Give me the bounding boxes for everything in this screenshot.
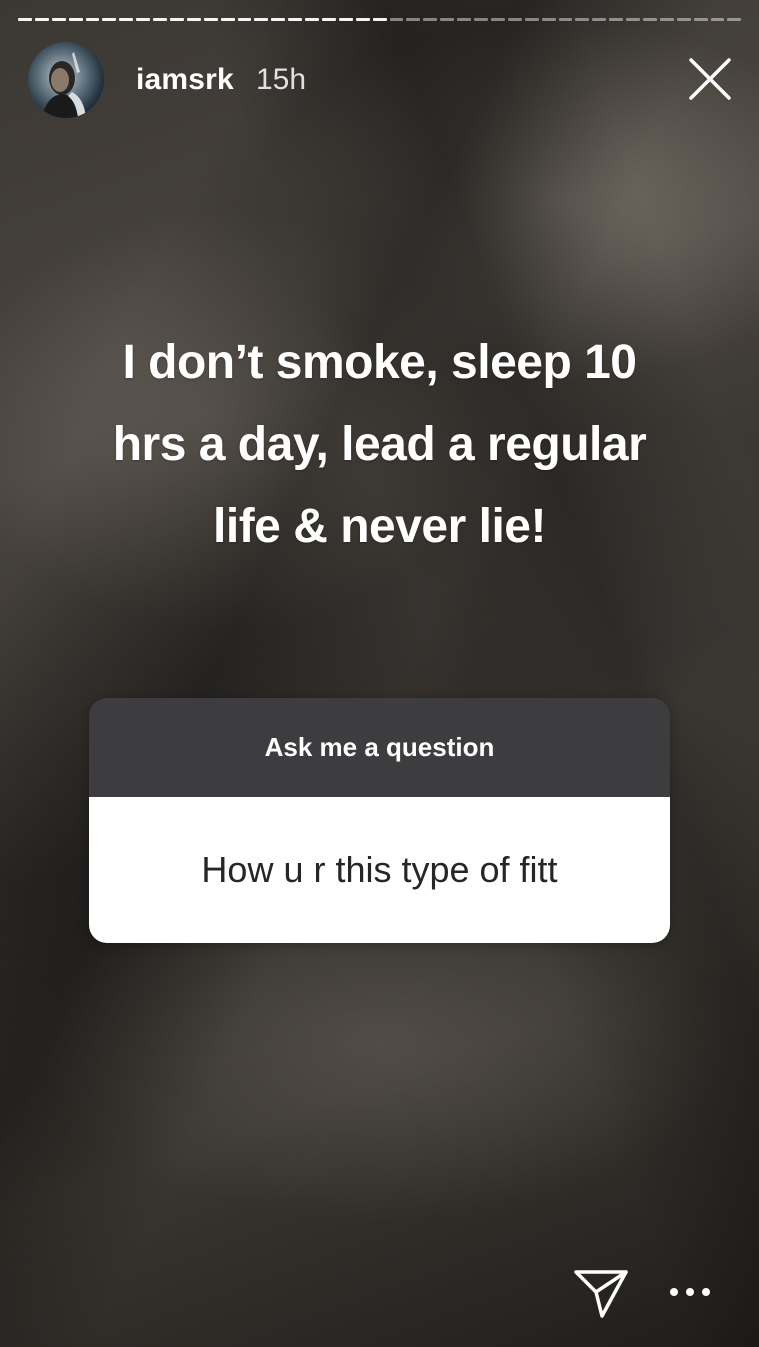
progress-segment <box>626 18 640 21</box>
progress-segment <box>676 18 691 21</box>
send-icon <box>574 1270 628 1318</box>
progress-segment <box>288 18 303 21</box>
progress-segment <box>474 18 488 21</box>
story-header: iamsrk 15h <box>28 42 306 118</box>
more-options-icon <box>670 1288 678 1296</box>
progress-segment <box>305 18 320 21</box>
close-button[interactable] <box>687 56 733 102</box>
question-sticker-prompt: Ask me a question <box>89 698 670 797</box>
story-username[interactable]: iamsrk <box>136 63 234 97</box>
progress-segment <box>693 18 708 21</box>
progress-segment <box>457 18 472 21</box>
story-viewer[interactable]: iamsrk 15h I don’t smoke, sleep 10 hrs a… <box>0 0 759 1347</box>
send-button[interactable] <box>572 1266 630 1320</box>
progress-segment <box>136 18 151 21</box>
avatar-portrait-icon <box>42 52 88 118</box>
caption-line: life & never lie! <box>213 500 546 553</box>
progress-segment <box>271 18 286 21</box>
progress-segment <box>642 18 657 21</box>
story-timestamp: 15h <box>255 63 307 96</box>
progress-segment <box>355 18 370 21</box>
close-icon <box>689 58 731 100</box>
caption-line: hrs a day, lead a regular <box>112 418 647 471</box>
question-sticker[interactable]: Ask me a question How u r this type of f… <box>89 698 670 943</box>
progress-segment <box>254 18 269 21</box>
progress-segment <box>440 18 455 21</box>
progress-segment <box>153 18 168 21</box>
progress-segment <box>170 18 184 21</box>
progress-segment <box>575 18 590 21</box>
progress-segment <box>592 18 607 21</box>
progress-segment <box>68 18 83 21</box>
progress-segment <box>406 18 421 21</box>
progress-segment <box>710 18 725 21</box>
progress-segment <box>237 18 252 21</box>
more-options-icon <box>702 1288 710 1296</box>
progress-segment <box>186 18 201 21</box>
progress-segment <box>389 18 404 21</box>
question-sticker-answer: How u r this type of fitt <box>89 797 670 943</box>
progress-segment <box>507 18 522 21</box>
avatar[interactable] <box>28 42 104 118</box>
progress-segment <box>322 18 336 21</box>
progress-segment <box>18 18 32 21</box>
progress-segment <box>372 18 387 21</box>
progress-segment <box>423 18 438 21</box>
progress-segment <box>541 18 556 21</box>
more-options-icon <box>686 1288 694 1296</box>
progress-segment <box>34 18 49 21</box>
progress-segment <box>51 18 66 21</box>
progress-segment <box>220 18 235 21</box>
caption-line: I don’t smoke, sleep 10 <box>122 336 637 389</box>
progress-segment <box>85 18 100 21</box>
progress-segment <box>727 18 742 21</box>
progress-segment <box>203 18 218 21</box>
progress-segment <box>524 18 539 21</box>
progress-segment <box>490 18 505 21</box>
progress-segment <box>609 18 624 21</box>
progress-segment <box>558 18 573 21</box>
progress-segment <box>102 18 117 21</box>
progress-segment <box>659 18 674 21</box>
progress-segment <box>338 18 353 21</box>
story-progress-bar <box>18 18 742 22</box>
more-options-button[interactable] <box>670 1284 710 1300</box>
progress-segment <box>119 18 134 21</box>
story-caption: I don’t smoke, sleep 10 hrs a day, lead … <box>20 322 739 568</box>
